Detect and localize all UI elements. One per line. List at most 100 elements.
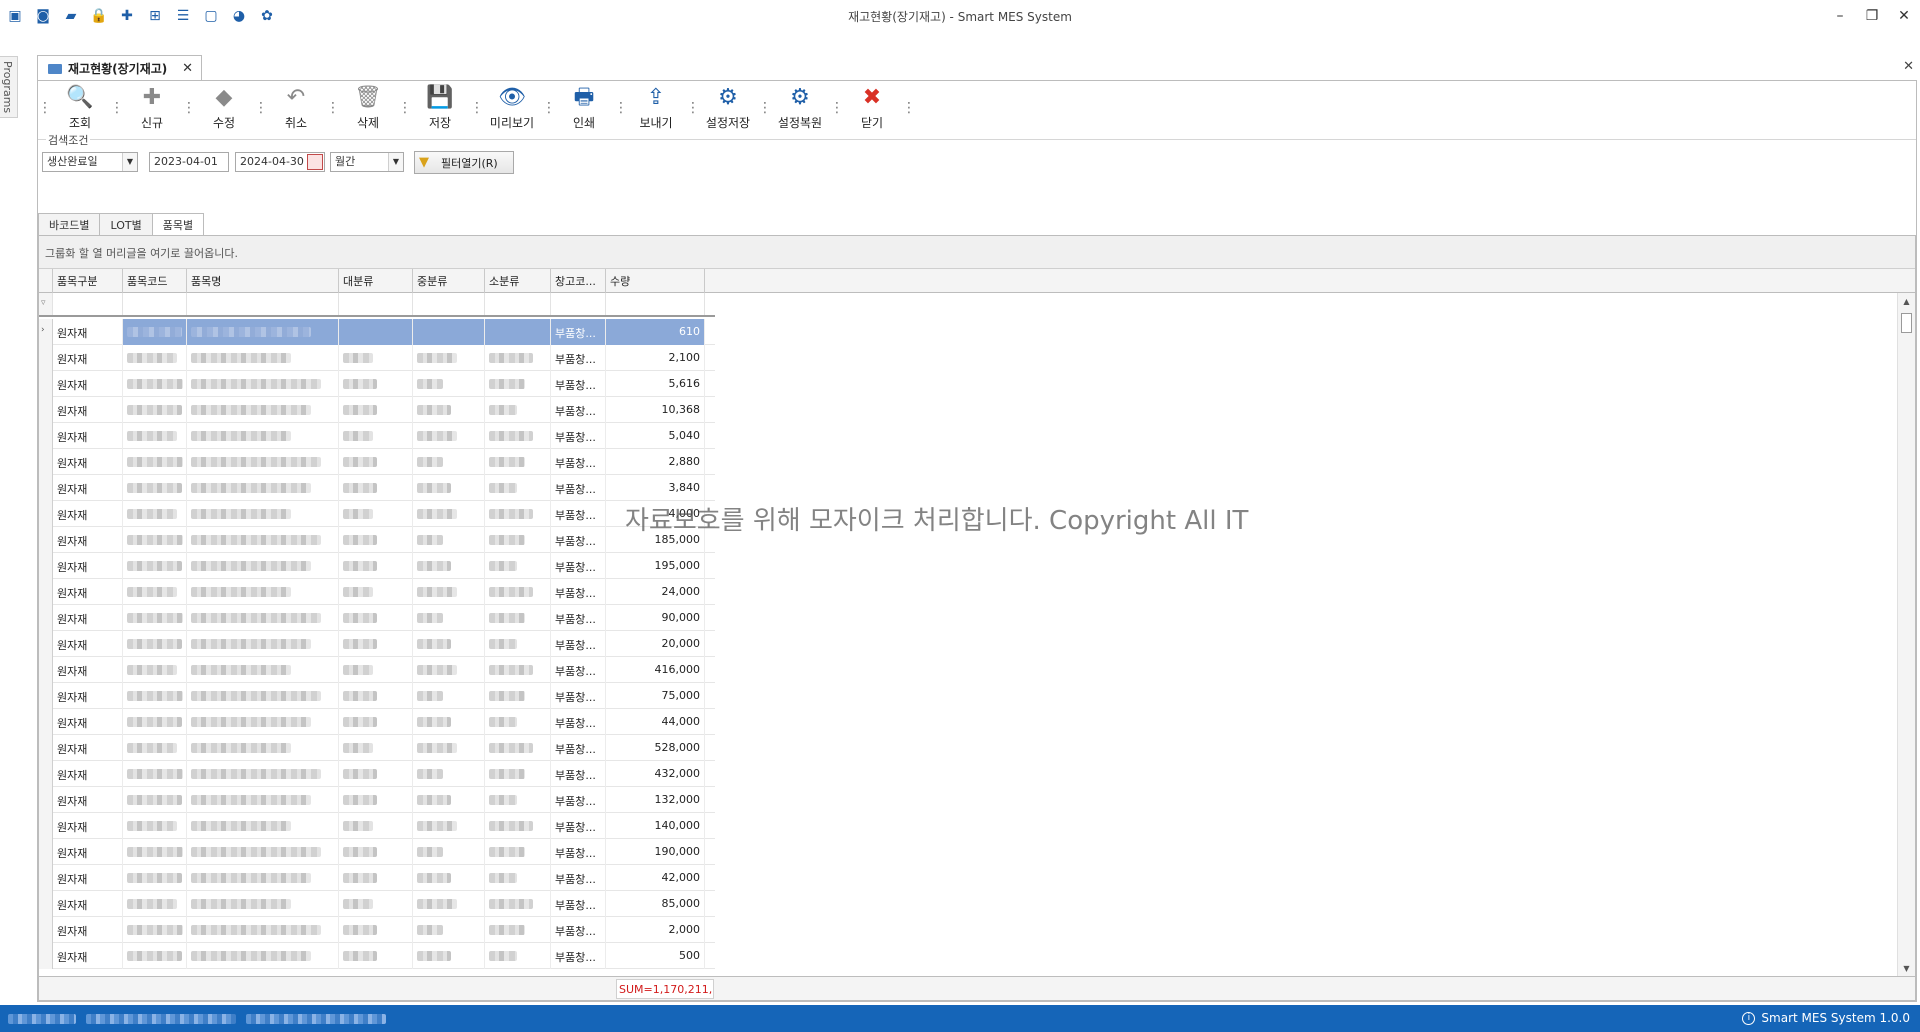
toolbar-button-export[interactable]: ⇪ 보내기 — [624, 84, 688, 134]
cell-masked[interactable] — [339, 813, 413, 839]
cell-quantity[interactable]: 610 — [606, 319, 705, 345]
cell-masked[interactable] — [339, 423, 413, 449]
cell-item-type[interactable]: 원자재 — [53, 657, 123, 683]
cell-masked[interactable] — [123, 813, 187, 839]
cell-masked[interactable] — [339, 345, 413, 371]
cell-masked[interactable] — [123, 631, 187, 657]
cell-masked[interactable] — [485, 319, 551, 345]
cell-item-type[interactable]: 원자재 — [53, 423, 123, 449]
cell-warehouse[interactable]: 부품창... — [551, 891, 606, 917]
cell-masked[interactable] — [413, 501, 485, 527]
table-row[interactable]: 원자재 부품창... 24,000 — [39, 579, 715, 605]
row-indicator[interactable] — [39, 813, 53, 839]
cell-masked[interactable] — [485, 683, 551, 709]
filter-cell[interactable] — [606, 293, 705, 315]
cell-quantity[interactable]: 195,000 — [606, 553, 705, 579]
cell-warehouse[interactable]: 부품창... — [551, 865, 606, 891]
cell-masked[interactable] — [187, 579, 339, 605]
calendar-icon[interactable] — [307, 154, 323, 170]
chevron-down-icon[interactable]: ▼ — [122, 153, 137, 171]
cell-quantity[interactable]: 44,000 — [606, 709, 705, 735]
cell-masked[interactable] — [123, 605, 187, 631]
cell-warehouse[interactable]: 부품창... — [551, 787, 606, 813]
cell-masked[interactable] — [413, 527, 485, 553]
row-indicator[interactable] — [39, 553, 53, 579]
cell-item-type[interactable]: 원자재 — [53, 865, 123, 891]
cell-quantity[interactable]: 132,000 — [606, 787, 705, 813]
cell-masked[interactable] — [485, 423, 551, 449]
cell-masked[interactable] — [187, 501, 339, 527]
cell-masked[interactable] — [485, 605, 551, 631]
row-indicator[interactable] — [39, 475, 53, 501]
column-header[interactable]: 중분류 — [413, 269, 485, 293]
cell-masked[interactable] — [339, 709, 413, 735]
cell-quantity[interactable]: 3,840 — [606, 475, 705, 501]
column-header[interactable]: 품목코드 — [123, 269, 187, 293]
cell-masked[interactable] — [413, 839, 485, 865]
cell-masked[interactable] — [413, 475, 485, 501]
date-type-select[interactable]: 생산완료일 ▼ — [42, 152, 138, 172]
cell-masked[interactable] — [187, 657, 339, 683]
cell-masked[interactable] — [187, 371, 339, 397]
scroll-thumb[interactable] — [1901, 313, 1912, 333]
table-row[interactable]: 원자재 부품창... 132,000 — [39, 787, 715, 813]
filter-open-button[interactable]: ▼ 필터열기(R) — [414, 151, 514, 174]
cell-masked[interactable] — [485, 527, 551, 553]
toolbar-button-eye[interactable]: 👁 미리보기 — [480, 84, 544, 134]
cell-masked[interactable] — [485, 579, 551, 605]
row-indicator[interactable] — [39, 449, 53, 475]
cell-masked[interactable] — [187, 527, 339, 553]
period-select[interactable]: 월간 ▼ — [330, 152, 404, 172]
cell-item-type[interactable]: 원자재 — [53, 449, 123, 475]
programs-panel-tab[interactable]: Programs — [0, 56, 18, 118]
cell-masked[interactable] — [413, 787, 485, 813]
cell-item-type[interactable]: 원자재 — [53, 527, 123, 553]
cell-warehouse[interactable]: 부품창... — [551, 839, 606, 865]
table-row[interactable]: 원자재 부품창... 20,000 — [39, 631, 715, 657]
toolbar-button-close-circle[interactable]: ✖ 닫기 — [840, 84, 904, 134]
table-row[interactable]: 원자재 부품창... 432,000 — [39, 761, 715, 787]
cell-quantity[interactable]: 2,880 — [606, 449, 705, 475]
cell-masked[interactable] — [187, 709, 339, 735]
cell-item-type[interactable]: 원자재 — [53, 605, 123, 631]
cell-masked[interactable] — [339, 917, 413, 943]
minimize-button[interactable]: – — [1824, 0, 1856, 32]
cell-masked[interactable] — [123, 553, 187, 579]
close-tab-icon[interactable]: ✕ — [182, 61, 193, 76]
cell-quantity[interactable]: 24,000 — [606, 579, 705, 605]
table-row[interactable]: 원자재 부품창... 195,000 — [39, 553, 715, 579]
toolbar-button-printer[interactable]: 🖶 인쇄 — [552, 84, 616, 134]
cell-quantity[interactable]: 85,000 — [606, 891, 705, 917]
cell-masked[interactable] — [123, 865, 187, 891]
cell-masked[interactable] — [339, 787, 413, 813]
cell-warehouse[interactable]: 부품창... — [551, 397, 606, 423]
scroll-up-icon[interactable]: ▲ — [1898, 293, 1915, 309]
cell-warehouse[interactable]: 부품창... — [551, 553, 606, 579]
cell-masked[interactable] — [123, 397, 187, 423]
cell-masked[interactable] — [485, 865, 551, 891]
table-row[interactable]: 원자재 부품창... 416,000 — [39, 657, 715, 683]
cell-masked[interactable] — [485, 345, 551, 371]
cell-masked[interactable] — [123, 735, 187, 761]
row-indicator[interactable] — [39, 397, 53, 423]
cell-masked[interactable] — [339, 319, 413, 345]
filter-cell[interactable] — [413, 293, 485, 315]
row-indicator[interactable] — [39, 501, 53, 527]
row-indicator[interactable] — [39, 527, 53, 553]
cell-warehouse[interactable]: 부품창... — [551, 345, 606, 371]
cell-masked[interactable] — [413, 319, 485, 345]
cell-masked[interactable] — [485, 761, 551, 787]
cell-masked[interactable] — [413, 943, 485, 969]
column-header[interactable]: 소분류 — [485, 269, 551, 293]
row-indicator[interactable] — [39, 631, 53, 657]
cell-masked[interactable] — [187, 917, 339, 943]
cell-masked[interactable] — [485, 787, 551, 813]
cell-warehouse[interactable]: 부품창... — [551, 735, 606, 761]
filter-cell[interactable] — [485, 293, 551, 315]
column-header[interactable]: 품목명 — [187, 269, 339, 293]
cell-masked[interactable] — [413, 709, 485, 735]
cell-item-type[interactable]: 원자재 — [53, 319, 123, 345]
cell-masked[interactable] — [339, 371, 413, 397]
column-header[interactable]: 창고코... — [551, 269, 606, 293]
cell-masked[interactable] — [123, 475, 187, 501]
